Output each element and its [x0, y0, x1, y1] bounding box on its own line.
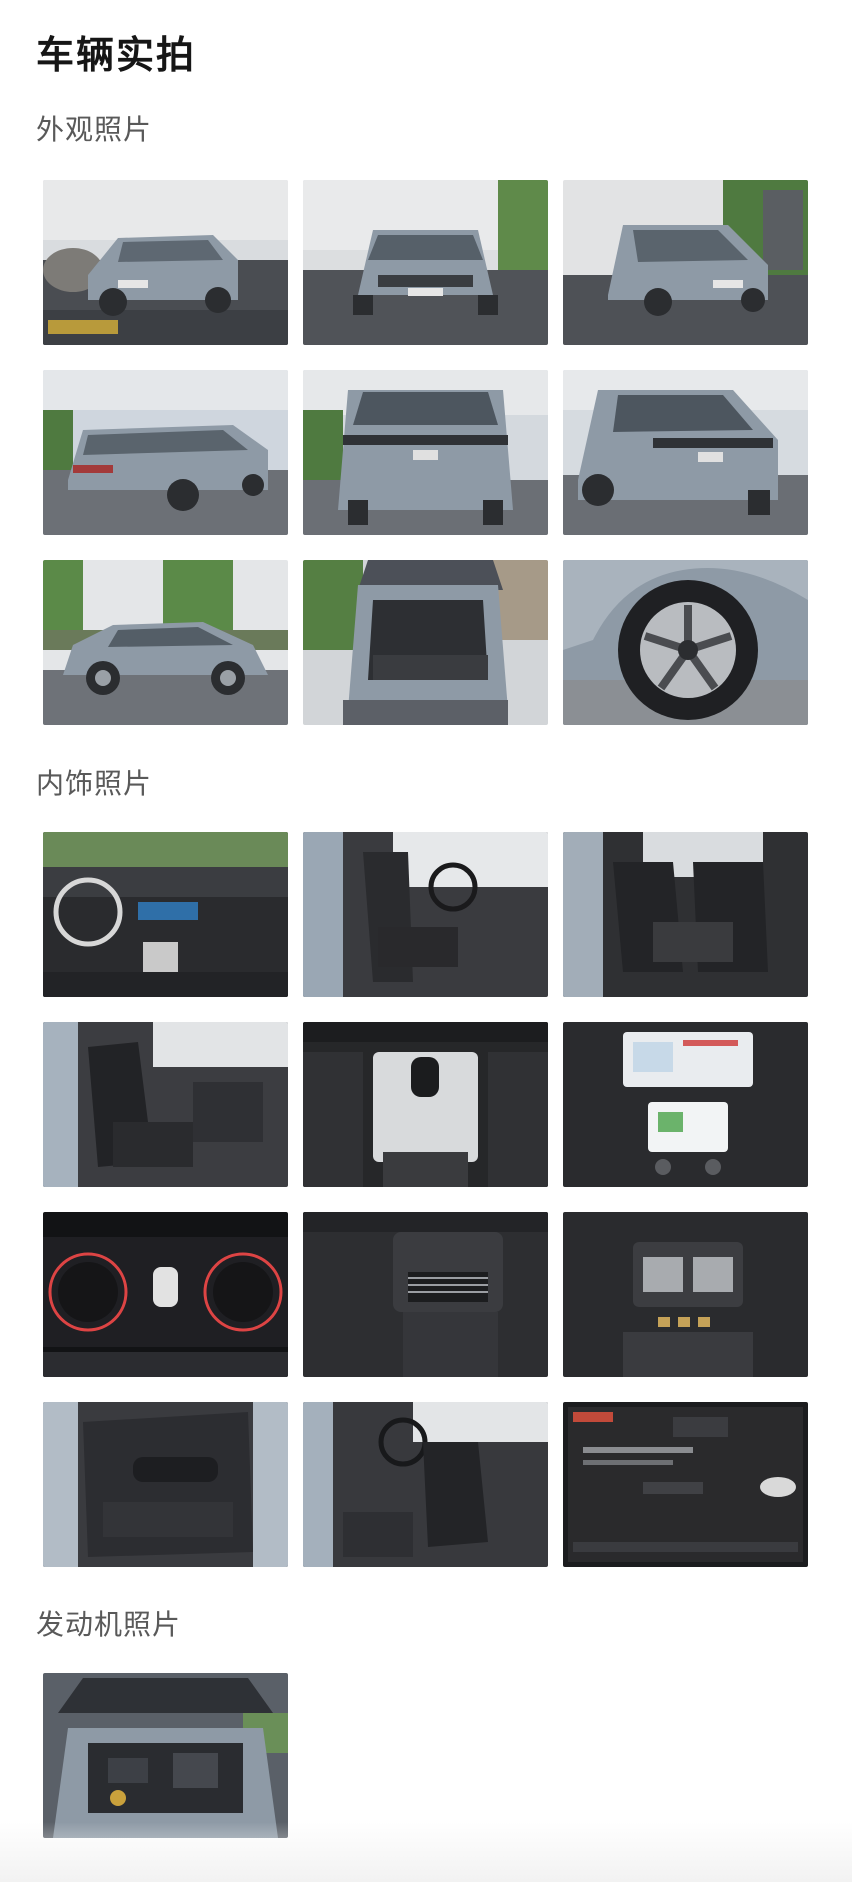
front-seats-image [43, 1022, 288, 1187]
car-wheel-image [563, 560, 808, 725]
car-open-trunk-image [303, 560, 548, 725]
exterior-photo-side-profile[interactable] [43, 560, 288, 725]
rear-seats-image [563, 832, 808, 997]
driver-seat-angle-image [303, 1402, 548, 1567]
interior-photo-front-seats[interactable] [43, 1022, 288, 1187]
exterior-photo-grid [43, 180, 809, 725]
car-front-left-image [43, 180, 288, 345]
infotainment-image [563, 1022, 808, 1187]
exterior-photo-rear-left[interactable] [43, 370, 288, 535]
interior-photo-infotainment-menu[interactable] [563, 1402, 808, 1567]
bottom-fade [0, 1822, 852, 1882]
interior-photo-infotainment[interactable] [563, 1022, 808, 1187]
interior-photo-gear-shifter[interactable] [303, 1022, 548, 1187]
door-panel-image [43, 1402, 288, 1567]
interior-photo-rear-vents[interactable] [303, 1212, 548, 1377]
engine-section-title: 发动机照片 [36, 1608, 182, 1641]
exterior-photo-wheel[interactable] [563, 560, 808, 725]
car-front-right-image [563, 180, 808, 345]
gear-shifter-image [303, 1022, 548, 1187]
interior-photo-driver-seat[interactable] [303, 832, 548, 997]
interior-photo-grid [43, 832, 809, 1567]
page-title: 车辆实拍 [36, 33, 197, 77]
driver-seat-image [303, 832, 548, 997]
rear-ports-image [563, 1212, 808, 1377]
dashboard-image [43, 832, 288, 997]
engine-bay-image [43, 1673, 288, 1838]
car-front-image [303, 180, 548, 345]
exterior-photo-front[interactable] [303, 180, 548, 345]
interior-photo-dashboard[interactable] [43, 832, 288, 997]
car-rear-right-image [563, 370, 808, 535]
engine-photo-grid [43, 1673, 809, 1838]
interior-section-title: 内饰照片 [36, 767, 153, 800]
car-rear-left-image [43, 370, 288, 535]
exterior-photo-rear-right[interactable] [563, 370, 808, 535]
exterior-section-title: 外观照片 [36, 113, 153, 146]
car-rear-image [303, 370, 548, 535]
car-side-profile-image [43, 560, 288, 725]
interior-photo-instrument-cluster[interactable] [43, 1212, 288, 1377]
exterior-photo-front-left[interactable] [43, 180, 288, 345]
exterior-photo-open-trunk[interactable] [303, 560, 548, 725]
exterior-photo-rear[interactable] [303, 370, 548, 535]
interior-photo-rear-seats[interactable] [563, 832, 808, 997]
infotainment-menu-image [563, 1402, 808, 1567]
interior-photo-door-panel[interactable] [43, 1402, 288, 1567]
vehicle-photos-page: 车辆实拍 外观照片 内饰照片 发动机照片 [0, 0, 852, 1882]
interior-photo-rear-ports[interactable] [563, 1212, 808, 1377]
rear-vents-image [303, 1212, 548, 1377]
instrument-cluster-image [43, 1212, 288, 1377]
engine-photo-engine-bay[interactable] [43, 1673, 288, 1838]
exterior-photo-front-right[interactable] [563, 180, 808, 345]
interior-photo-driver-seat-angle[interactable] [303, 1402, 548, 1567]
